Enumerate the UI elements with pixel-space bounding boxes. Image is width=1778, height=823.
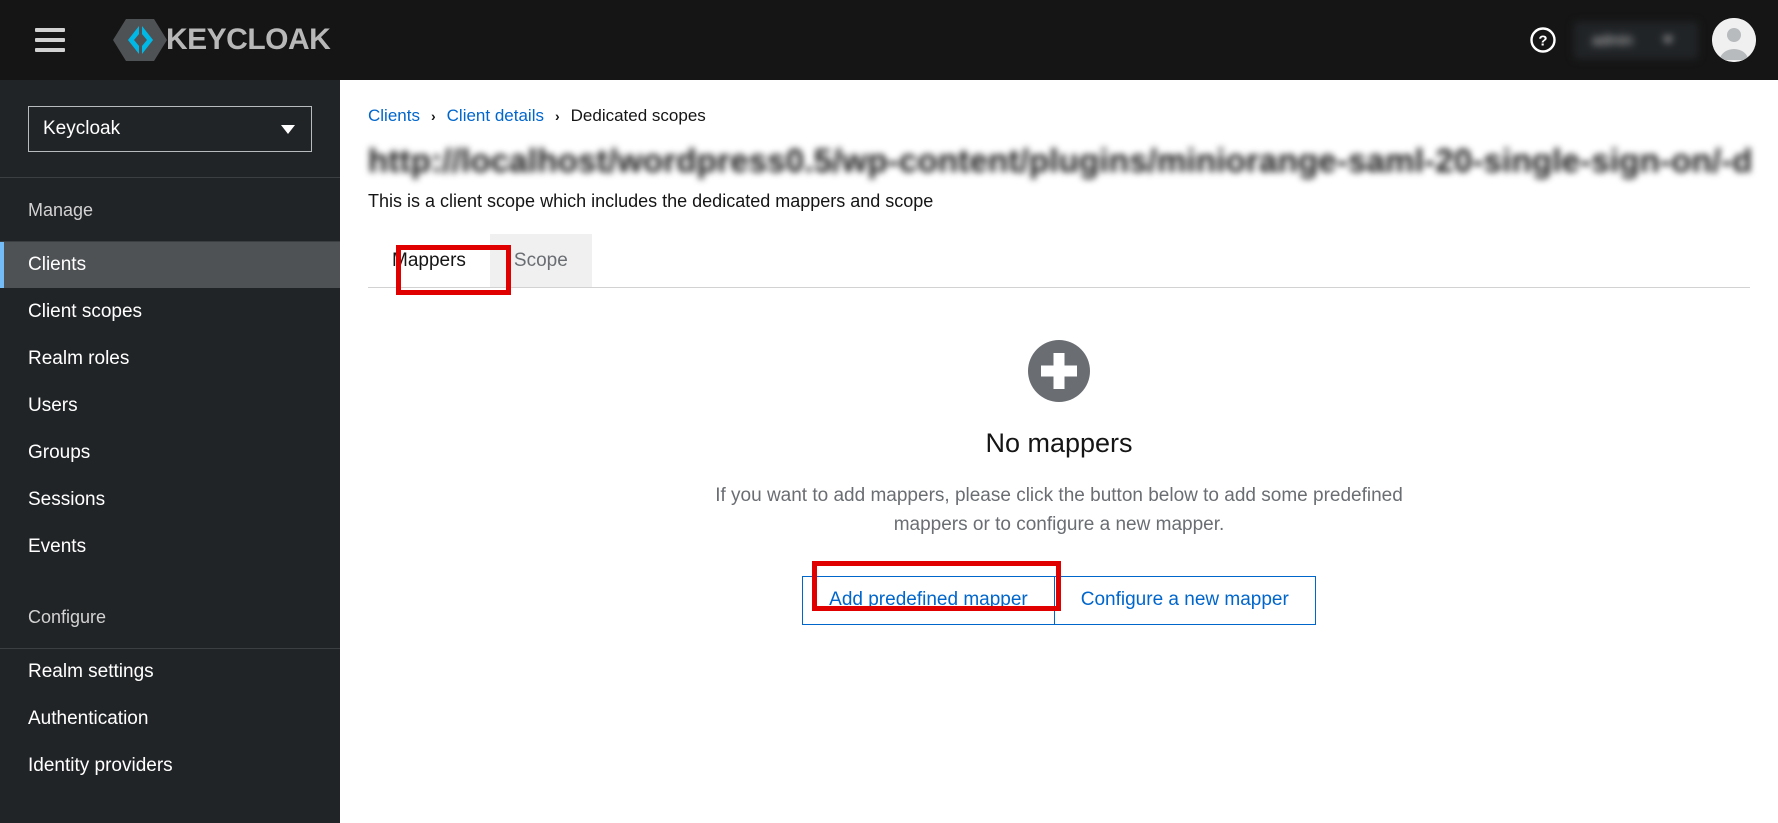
help-circle-icon[interactable]: ?: [1526, 23, 1560, 57]
nav-list-manage: Clients Client scopes Realm roles Users …: [0, 242, 340, 571]
realm-selector[interactable]: Keycloak: [28, 106, 312, 152]
sidebar-item-label: Authentication: [28, 708, 149, 729]
masthead-toolbar: ? admin: [1526, 18, 1756, 62]
add-predefined-mapper-button[interactable]: Add predefined mapper: [802, 575, 1055, 625]
tab-bar: Mappers Scope: [368, 233, 1750, 288]
chevron-down-icon: [281, 124, 295, 134]
chevron-right-icon: ›: [430, 108, 436, 124]
realm-selector-value: Keycloak: [43, 118, 121, 139]
chevron-right-icon: ›: [554, 108, 560, 124]
tab-underline: [368, 286, 1750, 288]
breadcrumb-item-clients[interactable]: Clients: [368, 106, 420, 126]
configure-new-mapper-button[interactable]: Configure a new mapper: [1053, 575, 1316, 625]
sidebar-item-events[interactable]: Events: [0, 524, 340, 570]
plus-circle-icon: [1028, 339, 1090, 402]
sidebar-item-realm-roles[interactable]: Realm roles: [0, 336, 340, 382]
nav-list-configure: Realm settings Authentication Identity p…: [0, 649, 340, 790]
user-avatar-icon[interactable]: [1712, 18, 1756, 62]
sidebar-item-label: Groups: [28, 442, 91, 463]
body: Keycloak Manage Clients Client scopes Re…: [0, 80, 1778, 823]
empty-state-title: No mappers: [985, 427, 1133, 458]
sidebar-item-groups[interactable]: Groups: [0, 430, 340, 476]
empty-state: No mappers If you want to add mappers, p…: [679, 339, 1439, 823]
sidebar-item-identity-providers[interactable]: Identity providers: [0, 743, 340, 789]
username-label: admin: [1592, 31, 1633, 49]
sidebar-item-label: Sessions: [28, 489, 106, 510]
sidebar-item-client-scopes[interactable]: Client scopes: [0, 289, 340, 335]
hamburger-icon[interactable]: [28, 18, 72, 62]
user-menu-button[interactable]: admin: [1574, 21, 1698, 59]
sidebar-item-label: Users: [28, 395, 78, 416]
sidebar-item-label: Realm settings: [28, 661, 154, 682]
hamburger-bar: [35, 28, 65, 32]
keycloak-hexagon-icon: [113, 19, 167, 61]
sidebar-item-realm-settings[interactable]: Realm settings: [0, 649, 340, 695]
hamburger-bar: [35, 38, 65, 42]
empty-state-body: If you want to add mappers, please click…: [715, 484, 1403, 536]
main-content: Clients › Client details › Dedicated sco…: [340, 80, 1778, 823]
breadcrumb-item-dedicated-scopes: Dedicated scopes: [570, 106, 706, 125]
sidebar-item-users[interactable]: Users: [0, 383, 340, 429]
brand-name: KEYCLOAK: [166, 23, 331, 56]
sidebar-item-label: Events: [28, 536, 87, 557]
brand-logo[interactable]: KEYCLOAK: [112, 17, 331, 63]
sidebar-item-label: Identity providers: [28, 755, 173, 776]
breadcrumb: Clients › Client details › Dedicated sco…: [368, 106, 1750, 126]
sidebar-item-sessions[interactable]: Sessions: [0, 477, 340, 523]
sidebar-item-clients[interactable]: Clients: [0, 242, 340, 288]
keycloak-admin-console: KEYCLOAK ? admin Keycloak Manage Clients…: [0, 0, 1778, 823]
tab-mappers[interactable]: Mappers: [368, 233, 490, 288]
page-subtitle: This is a client scope which includes th…: [368, 190, 934, 211]
sidebar-item-label: Client scopes: [28, 301, 143, 322]
hamburger-bar: [35, 48, 65, 52]
empty-state-actions: Add predefined mapper Configure a new ma…: [679, 575, 1439, 625]
nav-section-title-manage: Manage: [28, 200, 94, 220]
page-header: Clients › Client details › Dedicated sco…: [340, 80, 1778, 288]
chevron-down-icon: [1662, 37, 1673, 43]
page-title: http://localhost/wordpress0.5/wp-content…: [368, 142, 1750, 179]
breadcrumb-item-client-details[interactable]: Client details: [447, 106, 544, 126]
masthead: KEYCLOAK ? admin: [0, 0, 1778, 80]
realm-selector-wrap: Keycloak: [0, 106, 340, 152]
tab-scope[interactable]: Scope: [489, 233, 592, 288]
sidebar: Keycloak Manage Clients Client scopes Re…: [0, 80, 340, 823]
sidebar-item-label: Realm roles: [28, 348, 130, 369]
sidebar-item-label: Clients: [28, 254, 87, 275]
svg-text:?: ?: [1538, 33, 1547, 50]
nav-section-title-configure: Configure: [28, 607, 107, 627]
sidebar-item-authentication[interactable]: Authentication: [0, 696, 340, 742]
mappers-panel: No mappers If you want to add mappers, p…: [340, 287, 1778, 823]
